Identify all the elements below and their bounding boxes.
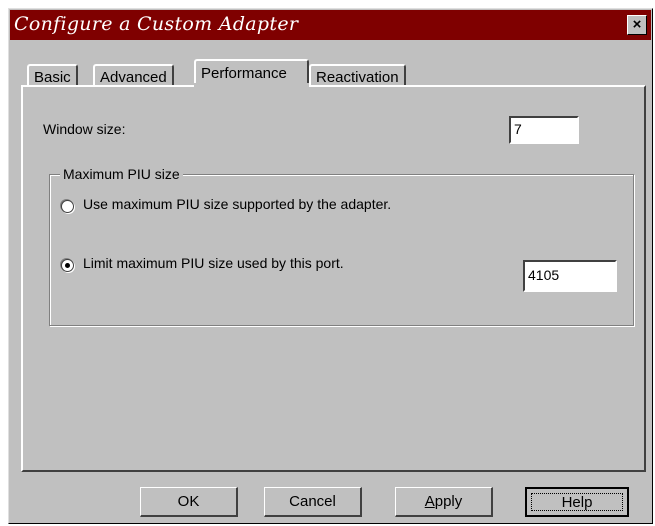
help-button[interactable]: Help (525, 487, 629, 517)
max-piu-group-label: Maximum PIU size (60, 166, 183, 182)
close-icon: × (632, 16, 642, 33)
close-button[interactable]: × (627, 15, 647, 35)
apply-mnemonic: A (424, 493, 435, 510)
max-piu-groupbox: Maximum PIU size Use maximum PIU size su… (49, 166, 634, 326)
active-tab-join (194, 83, 309, 88)
piu-limit-input[interactable]: 4105 (523, 260, 617, 292)
tab-reactivation-label: Reactivation (316, 69, 399, 86)
radio-selected-dot (65, 263, 70, 268)
performance-panel: Window size: 7 Maximum PIU size Use maxi… (21, 85, 646, 472)
window-title: Configure a Custom Adapter (14, 13, 299, 35)
tab-performance-label: Performance (201, 65, 287, 82)
use-max-piu-label: Use maximum PIU size supported by the ad… (83, 196, 392, 212)
help-label: Help (561, 494, 593, 511)
window-size-input[interactable]: 7 (509, 116, 579, 144)
cancel-button[interactable]: Cancel (264, 487, 362, 517)
apply-label: pply (434, 493, 463, 510)
title-bar: Configure a Custom Adapter × (10, 10, 651, 40)
help-focus-ring: Help (531, 493, 623, 511)
tab-advanced-label: Advanced (100, 69, 167, 86)
window-size-label: Window size: (43, 121, 126, 137)
ok-button[interactable]: OK (140, 487, 238, 517)
limit-piu-label: Limit maximum PIU size used by this port… (83, 255, 344, 271)
limit-piu-radio[interactable] (61, 259, 74, 272)
use-max-piu-radio[interactable] (61, 200, 74, 213)
apply-button[interactable]: Apply (395, 487, 493, 517)
configure-adapter-dialog: Configure a Custom Adapter × Basic Advan… (8, 8, 653, 524)
tab-basic-label: Basic (34, 69, 71, 86)
